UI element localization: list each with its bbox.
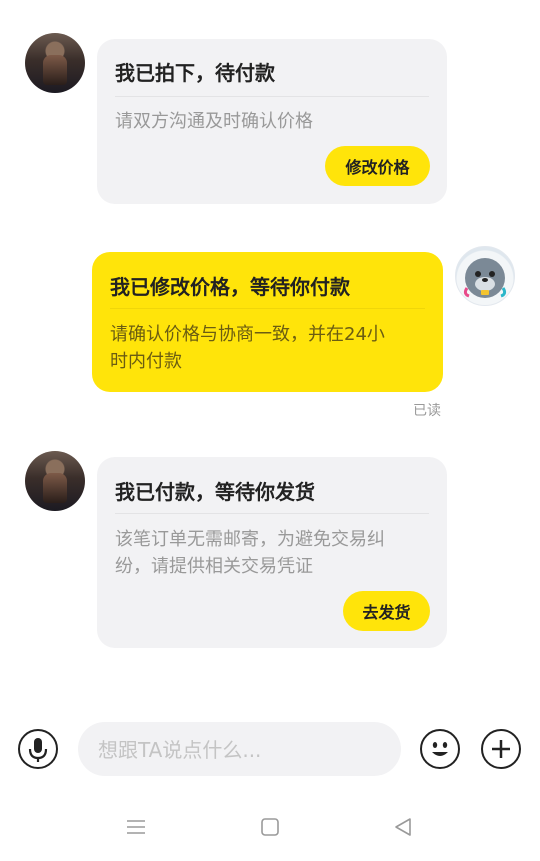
microphone-icon xyxy=(28,737,47,762)
read-status: 已读 xyxy=(413,403,441,419)
plus-icon xyxy=(491,739,510,758)
menu-icon[interactable] xyxy=(125,816,147,838)
message-bubble-price-modified: 我已修改价格，等待你付款 请确认价格与协商一致，并在24小 时内付款 xyxy=(92,252,443,392)
message-title: 我已付款，等待你发货 xyxy=(115,480,315,504)
modify-price-button[interactable]: 修改价格 xyxy=(325,146,430,186)
message-bubble-paid: 我已付款，等待你发货 该笔订单无需邮寄，为避免交易纠 纷，请提供相关交易凭证 去… xyxy=(97,457,447,648)
message-input[interactable] xyxy=(96,722,390,778)
self-avatar[interactable] xyxy=(455,246,515,306)
message-bubble-order-placed: 我已拍下，待付款 请双方沟通及时确认价格 修改价格 xyxy=(97,39,447,204)
home-square-icon[interactable] xyxy=(259,816,281,838)
message-body-line-1: 请确认价格与协商一致，并在24小 xyxy=(110,324,385,345)
back-triangle-icon[interactable] xyxy=(392,816,414,838)
message-title: 我已拍下，待付款 xyxy=(115,61,275,85)
message-body-line-2: 纷，请提供相关交易凭证 xyxy=(115,556,313,577)
ship-goods-button[interactable]: 去发货 xyxy=(343,591,430,631)
emoji-button[interactable] xyxy=(420,729,460,769)
voice-button[interactable] xyxy=(18,729,58,769)
message-body-line-1: 该笔订单无需邮寄，为避免交易纠 xyxy=(115,529,385,550)
message-divider xyxy=(110,308,425,309)
more-button[interactable] xyxy=(481,729,521,769)
message-title: 我已修改价格，等待你付款 xyxy=(110,275,350,299)
message-body-line-2: 时内付款 xyxy=(110,351,182,372)
message-divider xyxy=(115,96,429,97)
seller-avatar[interactable] xyxy=(25,451,85,511)
message-input-wrapper xyxy=(78,722,401,778)
seal-avatar-icon xyxy=(463,258,507,298)
seller-avatar[interactable] xyxy=(25,33,85,93)
emoji-icon xyxy=(431,741,448,756)
message-body: 请双方沟通及时确认价格 xyxy=(115,111,313,132)
message-divider xyxy=(115,513,429,514)
